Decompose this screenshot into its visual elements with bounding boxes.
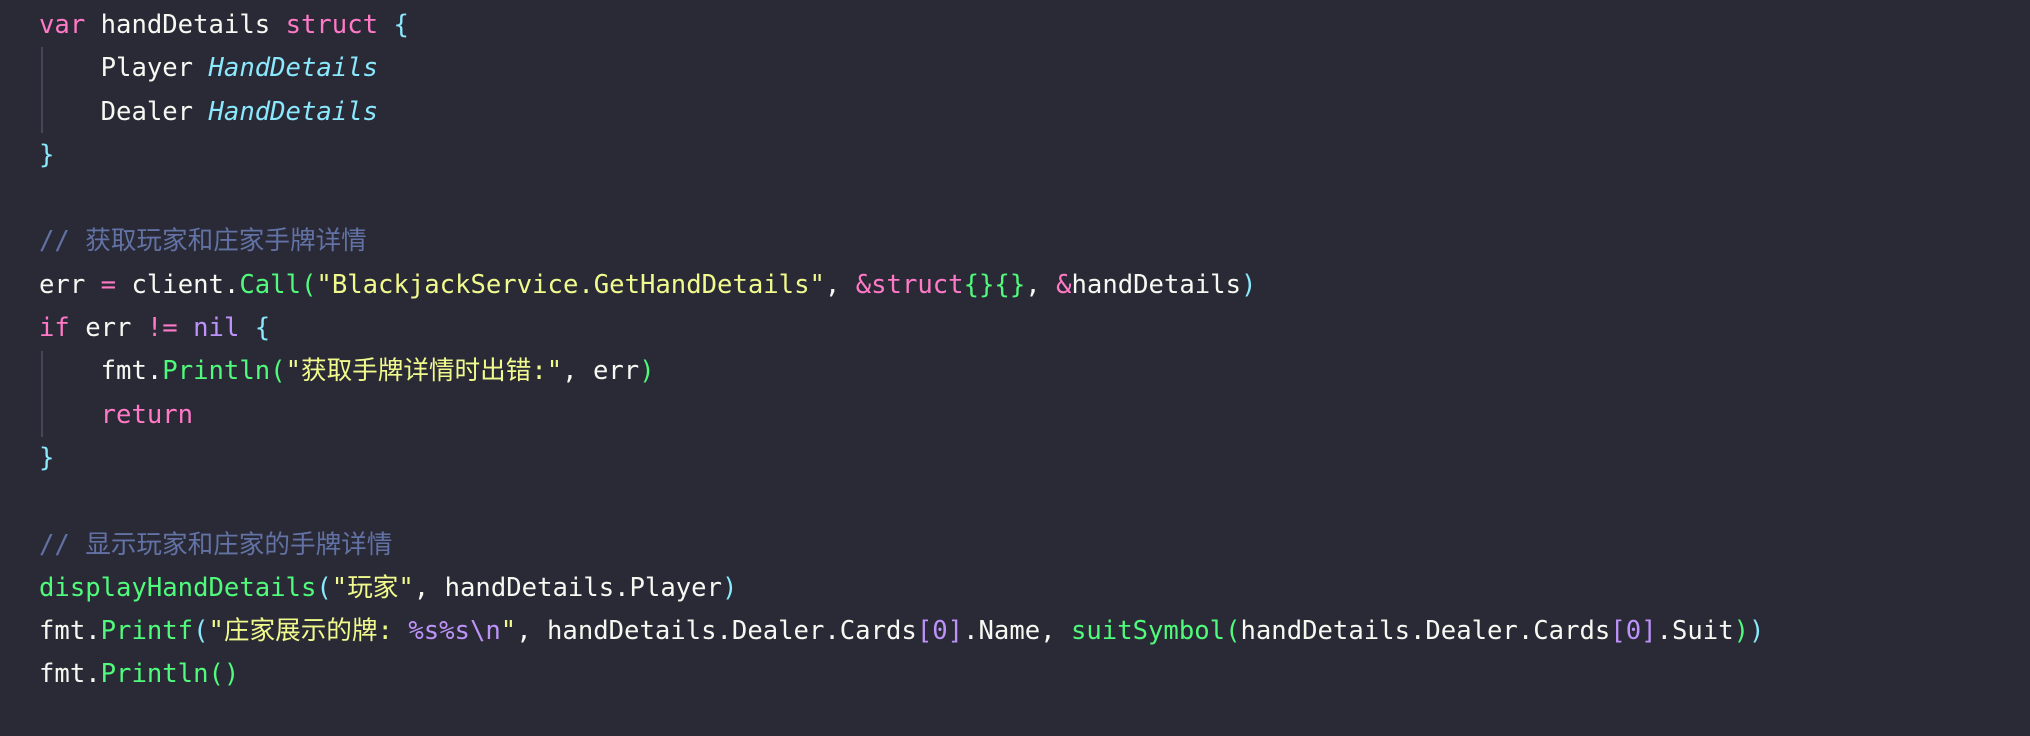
code-line: // 显示玩家和庄家的手牌详情 — [0, 524, 2030, 567]
code-token: ) — [639, 356, 655, 387]
code-token: handDetails.Dealer.Cards — [1240, 616, 1611, 647]
code-line: } — [0, 437, 2030, 480]
code-token: "BlackjackService.GetHandDetails" — [316, 269, 825, 300]
code-token: ) — [1241, 269, 1257, 300]
code-editor[interactable]: var handDetails struct { Player HandDeta… — [0, 0, 2030, 736]
code-token: () — [208, 659, 240, 690]
code-token: Call — [239, 269, 301, 300]
code-token: HandDetails — [208, 53, 379, 84]
code-token: & — [1056, 269, 1072, 300]
code-line: if err != nil { — [0, 307, 2030, 350]
code-token: ( — [300, 269, 317, 300]
code-token: 0 — [932, 616, 948, 647]
code-token: %s%s\n — [408, 616, 501, 647]
code-line: err = client.Call("BlackjackService.GetH… — [0, 264, 2030, 307]
code-token: ( — [270, 356, 286, 387]
code-token: .Suit — [1656, 616, 1734, 647]
code-token: &struct — [855, 269, 964, 300]
code-token: ] — [947, 616, 964, 647]
code-token: ) — [1733, 616, 1750, 647]
code-token: struct — [285, 10, 379, 40]
code-line: return — [0, 394, 2030, 437]
code-token: {}{} — [963, 269, 1026, 300]
code-token: ] — [1641, 616, 1657, 647]
code-line: fmt.Println("获取手牌详情时出错:", err) — [0, 350, 2030, 393]
code-token: displayHandDetails — [39, 572, 317, 603]
code-token: "获取手牌详情时出错:" — [285, 356, 563, 387]
code-token: , — [824, 269, 856, 300]
code-token: // 获取玩家和庄家手牌详情 — [39, 226, 367, 257]
code-token: Player — [39, 53, 209, 84]
code-token: [ — [916, 616, 933, 647]
code-line: fmt.Printf("庄家展示的牌: %s%s\n", handDetails… — [0, 610, 2030, 653]
code-token: fmt. — [39, 659, 101, 690]
code-token: ( — [193, 616, 209, 647]
code-token: client. — [116, 269, 240, 300]
code-line: Dealer HandDetails — [0, 91, 2030, 134]
code-token: , — [1025, 269, 1057, 300]
code-token: " — [500, 616, 517, 647]
code-token: nil — [193, 313, 240, 344]
code-token: fmt. — [39, 356, 163, 387]
code-token: Println — [162, 356, 271, 387]
code-token: } — [39, 442, 55, 473]
code-token: { — [254, 313, 271, 344]
code-token: "玩家" — [331, 572, 414, 603]
code-token: , handDetails.Dealer.Cards — [516, 616, 917, 647]
code-token: HandDetails — [208, 96, 379, 127]
code-token: 0 — [1625, 616, 1642, 647]
code-token: if — [39, 313, 70, 344]
code-line: displayHandDetails("玩家", handDetails.Pla… — [0, 567, 2030, 610]
code-token: , handDetails.Player — [413, 572, 722, 603]
code-token: ( — [1225, 616, 1241, 647]
code-token: [ — [1610, 616, 1626, 647]
code-token: handDetails — [1071, 269, 1242, 300]
code-token: err — [39, 269, 101, 300]
code-token: suitSymbol — [1070, 616, 1226, 647]
code-token: handDetails — [85, 10, 286, 40]
code-token: , err — [562, 356, 640, 387]
code-line: var handDetails struct { — [0, 4, 2030, 47]
code-token: = — [100, 269, 117, 300]
code-token: != — [146, 313, 178, 344]
code-token: Println — [100, 659, 209, 690]
code-token: Printf — [100, 616, 194, 647]
code-token: err — [69, 313, 147, 344]
code-token: var — [39, 10, 86, 40]
code-token: { — [393, 10, 409, 40]
code-token: // 显示玩家和庄家的手牌详情 — [39, 529, 393, 560]
code-token: fmt. — [39, 616, 101, 647]
code-token: ( — [316, 572, 332, 603]
code-token: Dealer — [39, 96, 209, 127]
code-token: ) — [721, 572, 738, 603]
code-token: return — [100, 399, 194, 430]
code-line: fmt.Println() — [0, 653, 2030, 696]
code-line: Player HandDetails — [0, 47, 2030, 90]
code-token: .Name, — [963, 616, 1071, 647]
code-line: // 获取玩家和庄家手牌详情 — [0, 220, 2030, 263]
code-token: "庄家展示的牌: — [208, 616, 409, 647]
code-token: } — [39, 139, 55, 170]
code-token: ) — [1749, 616, 1765, 647]
code-line: } — [0, 134, 2030, 177]
